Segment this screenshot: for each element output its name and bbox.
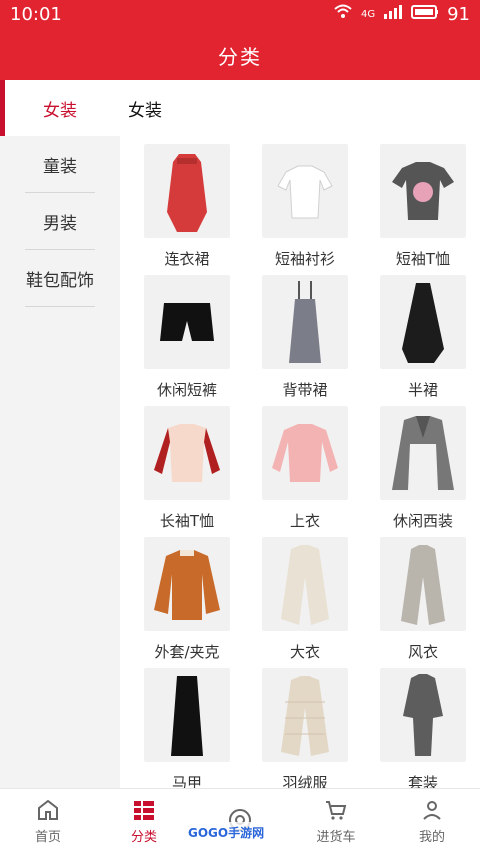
status-time: 10:01 — [10, 4, 62, 25]
trenchcoat-icon — [380, 537, 466, 631]
network-label: 4G — [360, 9, 376, 20]
user-icon — [423, 801, 441, 820]
vest-icon — [144, 668, 230, 762]
category-content: 女装 连衣裙 短袖衬衫 短袖T恤 休闲短裤 背带裙 半裙 长袖T恤 上衣 休闲西… — [120, 80, 480, 792]
category-sidebar: 女装 童装 男装 鞋包配饰 — [0, 80, 120, 788]
product-label: 上衣 — [289, 512, 320, 530]
tab-label: 我的 — [418, 830, 445, 845]
dress-icon — [144, 144, 230, 238]
blouse-icon — [262, 144, 348, 238]
product-item-vest[interactable]: 马甲 — [128, 668, 246, 799]
section-title: 女装 — [128, 101, 162, 121]
product-item-down-jacket[interactable]: 羽绒服 — [246, 668, 364, 799]
shorts-icon — [144, 275, 230, 369]
product-label: 短袖衬衫 — [274, 250, 335, 268]
product-label: 休闲短裤 — [156, 381, 217, 399]
sidebar-item-accessories[interactable]: 鞋包配饰 — [0, 250, 120, 306]
divider — [25, 306, 95, 307]
watermark: GOGO手游网 — [182, 822, 271, 843]
bottom-tabbar: 首页 分类 进货车 我的 — [0, 788, 480, 854]
sidebar-item-label: 男装 — [43, 213, 77, 234]
tab-cart[interactable]: 进货车 — [288, 789, 384, 854]
jacket-icon — [144, 537, 230, 631]
product-item-trenchcoat[interactable]: 风衣 — [364, 537, 480, 668]
wifi-icon — [333, 4, 353, 25]
longsleeve-icon — [144, 406, 230, 500]
product-label: 长袖T恤 — [159, 512, 215, 530]
cart-icon — [326, 801, 347, 820]
blazer-icon — [380, 406, 466, 500]
battery-icon — [411, 4, 439, 25]
product-label: 休闲西装 — [392, 512, 453, 530]
page-title: 分类 — [218, 44, 262, 69]
product-item-skirt[interactable]: 半裙 — [364, 275, 480, 406]
skirt-icon — [380, 275, 466, 369]
sidebar-item-kids[interactable]: 童装 — [0, 136, 120, 192]
product-label: 连衣裙 — [164, 250, 210, 268]
tab-profile[interactable]: 我的 — [384, 789, 480, 854]
product-label: 外套/夹克 — [154, 643, 220, 661]
product-item-dress[interactable]: 连衣裙 — [128, 144, 246, 275]
tshirt-icon — [380, 144, 466, 238]
sweater-icon — [262, 406, 348, 500]
product-label: 背带裙 — [282, 381, 328, 399]
product-item-shorts[interactable]: 休闲短裤 — [128, 275, 246, 406]
home-icon — [38, 799, 58, 820]
product-item-coat[interactable]: 大衣 — [246, 537, 364, 668]
category-icon — [134, 801, 154, 820]
product-item-suit[interactable]: 套装 — [364, 668, 480, 799]
tab-category[interactable]: 分类 — [96, 789, 192, 854]
product-label: 半裙 — [407, 381, 438, 399]
product-item-jacket[interactable]: 外套/夹克 — [128, 537, 246, 668]
product-item-sweater[interactable]: 上衣 — [246, 406, 364, 537]
tab-label: 首页 — [34, 830, 61, 845]
header-bar: 分类 — [0, 30, 480, 80]
tab-home[interactable]: 首页 — [0, 789, 96, 854]
battery-level: 91 — [447, 4, 470, 25]
status-icons: 4G 91 — [333, 4, 470, 25]
sidebar-item-label: 童装 — [43, 156, 77, 177]
sidebar-item-label: 女装 — [43, 100, 77, 121]
product-item-blazer[interactable]: 休闲西装 — [364, 406, 480, 537]
product-item-tshirt[interactable]: 短袖T恤 — [364, 144, 480, 275]
product-item-overall-dress[interactable]: 背带裙 — [246, 275, 364, 406]
coat-icon — [262, 537, 348, 631]
tab-label: 进货车 — [316, 830, 356, 845]
status-bar: 10:01 4G 91 — [0, 0, 480, 30]
product-item-longsleeve[interactable]: 长袖T恤 — [128, 406, 246, 537]
product-item-blouse[interactable]: 短袖衬衫 — [246, 144, 364, 275]
tab-label: 分类 — [130, 830, 157, 845]
product-label: 风衣 — [407, 643, 438, 661]
sidebar-item-label: 鞋包配饰 — [26, 270, 94, 291]
sidebar-item-men[interactable]: 男装 — [0, 193, 120, 249]
product-label: 短袖T恤 — [395, 250, 451, 268]
product-grid: 连衣裙 短袖衬衫 短袖T恤 休闲短裤 背带裙 半裙 长袖T恤 上衣 休闲西装 外… — [128, 144, 472, 799]
signal-icon — [383, 4, 403, 25]
suit-icon — [380, 668, 466, 762]
product-label: 大衣 — [289, 643, 320, 661]
overall-dress-icon — [262, 275, 348, 369]
down-jacket-icon — [262, 668, 348, 762]
sidebar-item-women[interactable]: 女装 — [0, 80, 120, 136]
